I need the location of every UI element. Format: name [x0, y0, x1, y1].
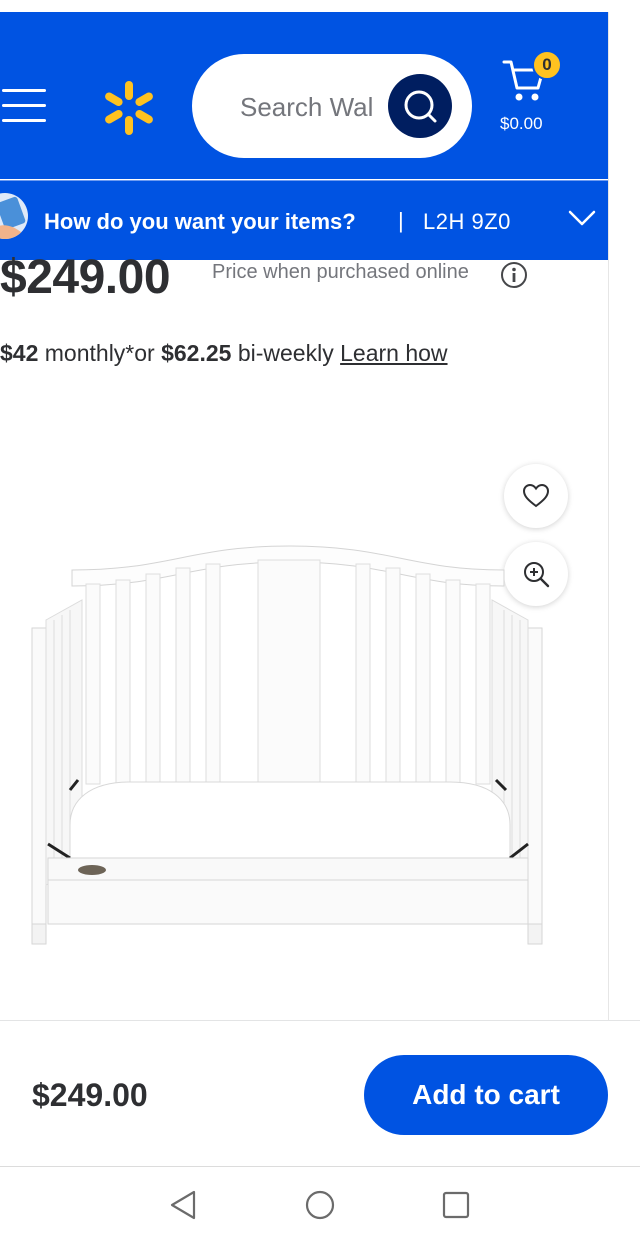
fulfillment-selector[interactable]: How do you want your items? | L2H 9Z0: [0, 180, 608, 260]
product-price: $249.00: [0, 251, 171, 304]
fulfillment-question: How do you want your items?: [44, 209, 356, 234]
add-to-cart-button[interactable]: Add to cart: [364, 1055, 608, 1135]
search-button[interactable]: [388, 74, 452, 138]
recents-square-icon[interactable]: [436, 1187, 476, 1223]
page-edge: [608, 12, 640, 1020]
search-placeholder: Search Wal: [240, 92, 374, 122]
site-header: Search Wal 0 $0.00: [0, 12, 608, 179]
status-gap: [0, 0, 640, 12]
chevron-down-icon: [568, 210, 596, 226]
cart-count-badge: 0: [532, 50, 562, 80]
crib-product-image[interactable]: [30, 540, 550, 950]
heart-icon: [522, 483, 550, 508]
walmart-spark-logo[interactable]: [100, 79, 158, 137]
menu-icon[interactable]: [2, 86, 46, 122]
back-triangle-icon[interactable]: [164, 1187, 204, 1223]
sticky-purchase-bar: $249.00 Add to cart: [0, 1020, 640, 1166]
price-note: Price when purchased online: [212, 261, 469, 283]
bottom-price: $249.00: [32, 1077, 148, 1113]
product-image-area: [0, 440, 608, 1000]
monthly-text: monthly*or: [44, 340, 155, 366]
biweekly-amount: $62.25: [161, 340, 232, 366]
fulfillment-separator: |: [398, 208, 404, 233]
search-input[interactable]: Search Wal: [192, 54, 472, 158]
home-circle-icon[interactable]: [300, 1187, 340, 1223]
system-nav-bar: [0, 1166, 640, 1240]
installment-info: $42 monthly*or $62.25 bi-weekly Learn ho…: [0, 340, 448, 367]
cart-total: $0.00: [500, 114, 543, 133]
biweekly-text: bi-weekly: [237, 340, 334, 366]
info-icon[interactable]: [500, 261, 528, 289]
postal-code: L2H 9Z0: [423, 209, 511, 234]
favorite-button[interactable]: [504, 464, 568, 528]
fulfillment-illustration: [0, 193, 28, 239]
cart-button[interactable]: 0 $0.00: [496, 48, 568, 144]
monthly-amount: $42: [0, 340, 39, 366]
search-icon: [404, 90, 437, 123]
learn-how-link[interactable]: Learn how: [340, 340, 447, 366]
